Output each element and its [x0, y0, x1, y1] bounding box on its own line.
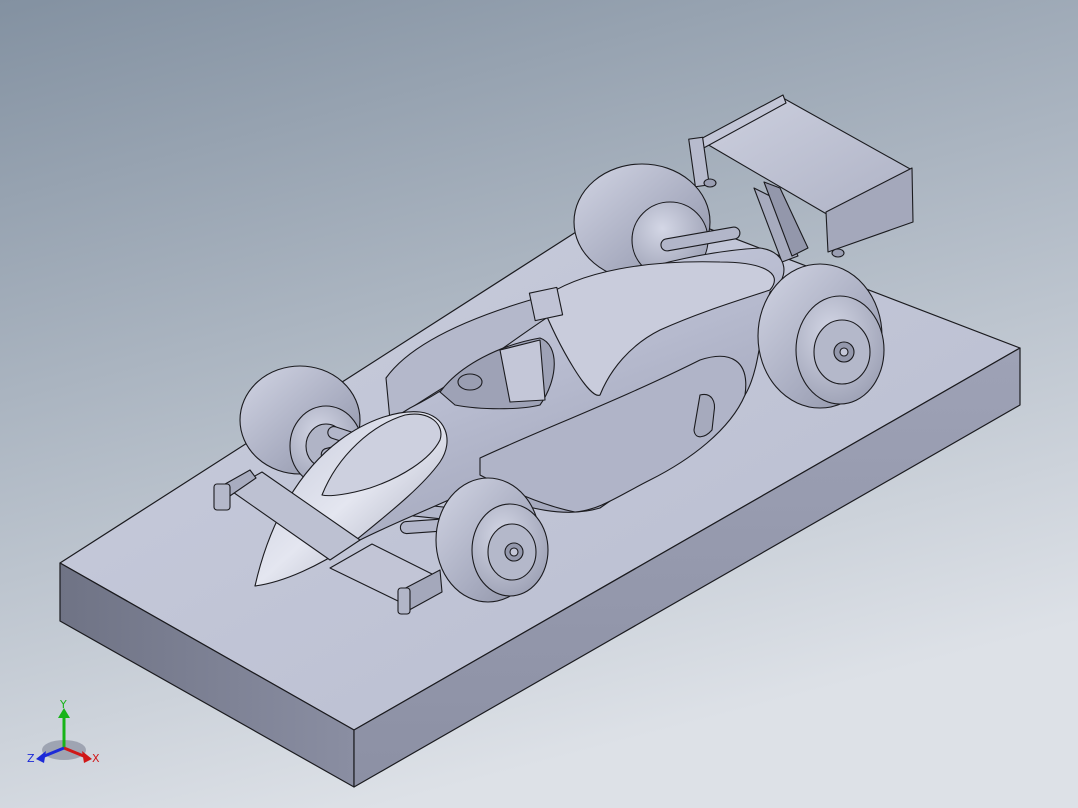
triad-z-label: Z [27, 752, 35, 765]
triad-y-label: Y [59, 698, 67, 711]
model-scene[interactable]: Y X Z [0, 0, 1078, 808]
graphics-viewport[interactable]: Y X Z [0, 0, 1078, 808]
triad-x-label: X [92, 752, 100, 765]
